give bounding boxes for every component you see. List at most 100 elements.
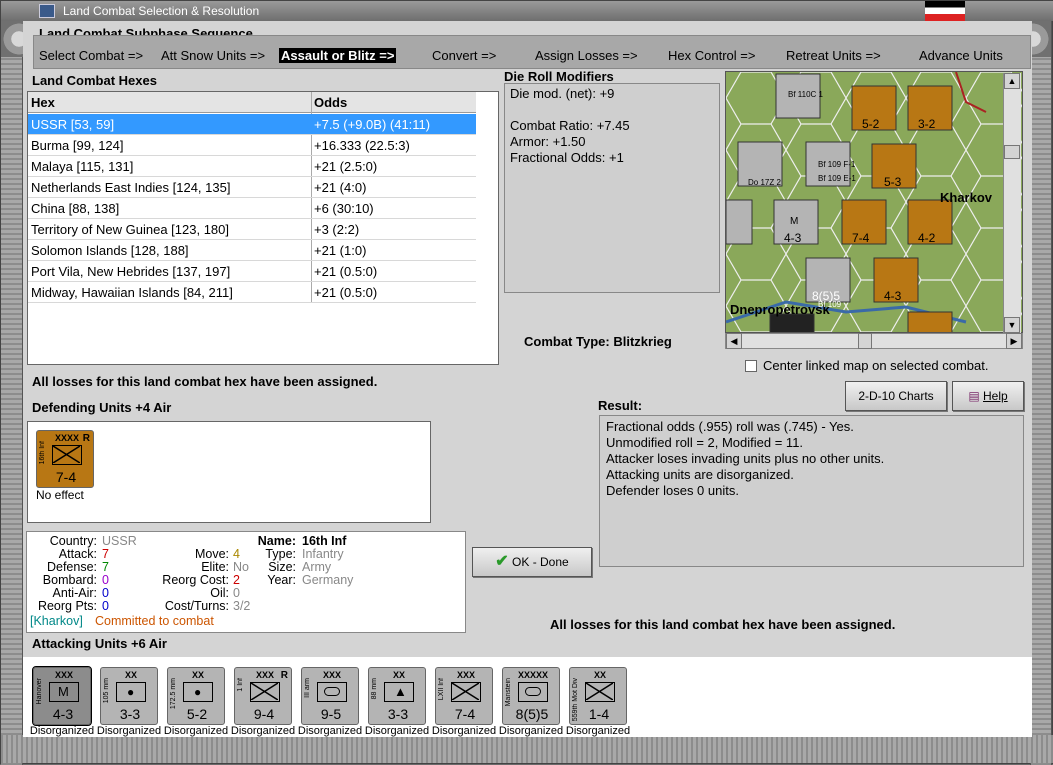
odds-cell: +7.5 (+9.0B) (41:11) <box>314 117 431 132</box>
unit-strength: 3-3 <box>119 706 141 722</box>
table-row[interactable]: Midway, Hawaiian Islands [84, 211] +21 (0… <box>28 282 476 303</box>
hexes-heading: Land Combat Hexes <box>32 73 157 88</box>
unit-size: XX <box>124 670 137 680</box>
help-button[interactable]: ▤ Help <box>952 381 1024 411</box>
unit-strength: 3-3 <box>387 706 409 722</box>
scroll-down-icon[interactable]: ▼ <box>1004 317 1020 333</box>
table-row[interactable]: Port Vila, New Hebrides [137, 197] +21 (0… <box>28 261 476 282</box>
unit-status: Disorganized <box>431 725 497 737</box>
odds-cell: +21 (0.5:0) <box>314 264 378 279</box>
armor-icon <box>518 682 548 702</box>
unit-size: XX <box>593 670 606 680</box>
name-value: 16th Inf <box>302 534 347 548</box>
scroll-up-icon[interactable]: ▲ <box>1004 73 1020 89</box>
attacking-unit-counter[interactable]: 105 mm XX ● 3-3 <box>100 667 158 725</box>
die-line: Combat Ratio: +7.45 <box>510 118 630 133</box>
hex-cell: Malaya [115, 131] <box>31 159 134 174</box>
unit-name: 16th Inf <box>39 441 46 465</box>
infantry-icon <box>451 682 481 702</box>
col-odds-header[interactable]: Odds <box>311 92 476 113</box>
cost-key: Cost/Turns: <box>164 599 229 613</box>
oil-key: Oil: <box>210 586 229 600</box>
type-key: Type: <box>265 547 296 561</box>
unit-strength: 5-2 <box>186 706 208 722</box>
result-line: Defender loses 0 units. <box>606 483 739 498</box>
table-row[interactable]: Netherlands East Indies [124, 135] +21 (4… <box>28 177 476 198</box>
hexes-table: Hex Odds USSR [53, 59] +7.5 (+9.0B) (41:1… <box>27 91 499 365</box>
unit-status: Disorganized <box>29 725 95 737</box>
table-row[interactable]: Territory of New Guinea [123, 180] +3 (2:… <box>28 219 476 240</box>
map-counter-text: Bf 109 F-1 <box>818 160 856 169</box>
defending-unit-counter[interactable]: 16th Inf XXXX R 7-4 <box>36 430 94 488</box>
map-counter-text: 8(5)5 <box>812 289 841 303</box>
col-hex-header[interactable]: Hex <box>28 92 311 113</box>
linked-map[interactable]: Kharkov Dnepropetrovsk Bf 110C 1 Do 17Z … <box>725 71 1023 333</box>
map-counter-text: 4-3 <box>884 289 902 303</box>
attacking-unit-counter[interactable]: III arm XXX 9-5 <box>301 667 359 725</box>
map-horizontal-scrollbar[interactable]: ◀ ▶ <box>725 333 1023 349</box>
bottom-frame <box>1 735 1053 763</box>
scroll-right-icon[interactable]: ▶ <box>1006 333 1022 349</box>
unit-strength: 9-5 <box>320 706 342 722</box>
elite-key: Elite: <box>201 560 229 574</box>
oil-value: 0 <box>233 586 240 600</box>
unit-size: XXX <box>322 670 341 680</box>
scroll-thumb[interactable] <box>1004 145 1020 159</box>
window-icon <box>39 4 55 18</box>
step-assign-losses: Assign Losses => <box>535 48 638 63</box>
attacking-unit-counter[interactable]: Hanover XXX M 4-3 <box>32 666 92 726</box>
center-map-checkbox[interactable] <box>745 360 757 372</box>
attacking-unit-counter[interactable]: LXII Inf XXX 7-4 <box>435 667 493 725</box>
unit-flag: R <box>280 670 288 681</box>
result-heading: Result: <box>598 398 643 413</box>
odds-cell: +21 (4:0) <box>314 180 367 195</box>
help-label: Help <box>983 389 1008 403</box>
defending-unit-status: No effect <box>36 488 84 502</box>
die-line <box>510 102 714 118</box>
hex-cell: Burma [99, 124] <box>31 138 124 153</box>
table-row[interactable]: Solomon Islands [128, 188] +21 (1:0) <box>28 240 476 261</box>
ok-label: OK - Done <box>512 555 569 569</box>
unit-name: III arm <box>304 678 311 698</box>
reorg-cost-value: 2 <box>233 573 240 587</box>
checkmark-icon: ✔ <box>495 553 509 570</box>
die-line: Armor: +1.50 <box>510 134 586 149</box>
table-row[interactable]: China [88, 138] +6 (30:10) <box>28 198 476 219</box>
table-row[interactable]: USSR [53, 59] +7.5 (+9.0B) (41:11) <box>28 114 476 135</box>
die-modifiers-box: Die mod. (net): +9 Combat Ratio: +7.45 A… <box>504 83 720 293</box>
scroll-thumb[interactable] <box>858 333 872 349</box>
scroll-left-icon[interactable]: ◀ <box>726 333 742 349</box>
unit-strength: 9-4 <box>253 706 275 722</box>
result-line: Unmodified roll = 2, Modified = 11. <box>606 435 804 450</box>
defense-key: Defense: <box>46 560 97 574</box>
die-line: Die mod. (net): +9 <box>510 86 615 101</box>
combat-type: Combat Type: Blitzkrieg <box>524 334 672 349</box>
unit-name: Manstein <box>505 678 512 707</box>
attacking-unit-counter[interactable]: 559th Mot Div XX 1-4 <box>569 667 627 725</box>
unit-size: XXXXX <box>518 670 549 680</box>
attacking-unit-counter[interactable]: 172.5 mm XX ● 5-2 <box>167 667 225 725</box>
book-icon: ▤ <box>968 389 980 403</box>
unit-flag: R <box>82 433 90 444</box>
attack-value: 7 <box>102 547 109 561</box>
ok-done-button[interactable]: ✔ OK - Done <box>472 547 592 577</box>
attacking-unit-counter[interactable]: 88 mm XX ▲ 3-3 <box>368 667 426 725</box>
left-frame <box>1 21 37 765</box>
move-value: 4 <box>233 547 240 561</box>
odds-cell: +6 (30:10) <box>314 201 374 216</box>
attacking-unit-counter[interactable]: Manstein XXXXX 8(5)5 <box>502 667 560 725</box>
odds-cell: +16.333 (22.5:3) <box>314 138 410 153</box>
result-box: Fractional odds (.955) roll was (.745) -… <box>599 415 1024 567</box>
table-row[interactable]: Burma [99, 124] +16.333 (22.5:3) <box>28 135 476 156</box>
map-counter-text: 4-3 <box>784 231 802 245</box>
unit-strength: 1-4 <box>588 706 610 722</box>
result-line: Attacker loses invading units plus no ot… <box>606 451 885 466</box>
size-value: Army <box>302 560 332 574</box>
table-row[interactable]: Malaya [115, 131] +21 (2.5:0) <box>28 156 476 177</box>
attacking-unit-counter[interactable]: 1 Inf XXX R 9-4 <box>234 667 292 725</box>
hex-cell: Territory of New Guinea [123, 180] <box>31 222 229 237</box>
map-counter-text: 5-2 <box>862 117 880 131</box>
combat-type-value: Blitzkrieg <box>613 334 672 349</box>
map-vertical-scrollbar[interactable]: ▲ ▼ <box>1003 73 1021 333</box>
charts-button[interactable]: 2-D-10 Charts <box>845 381 947 411</box>
